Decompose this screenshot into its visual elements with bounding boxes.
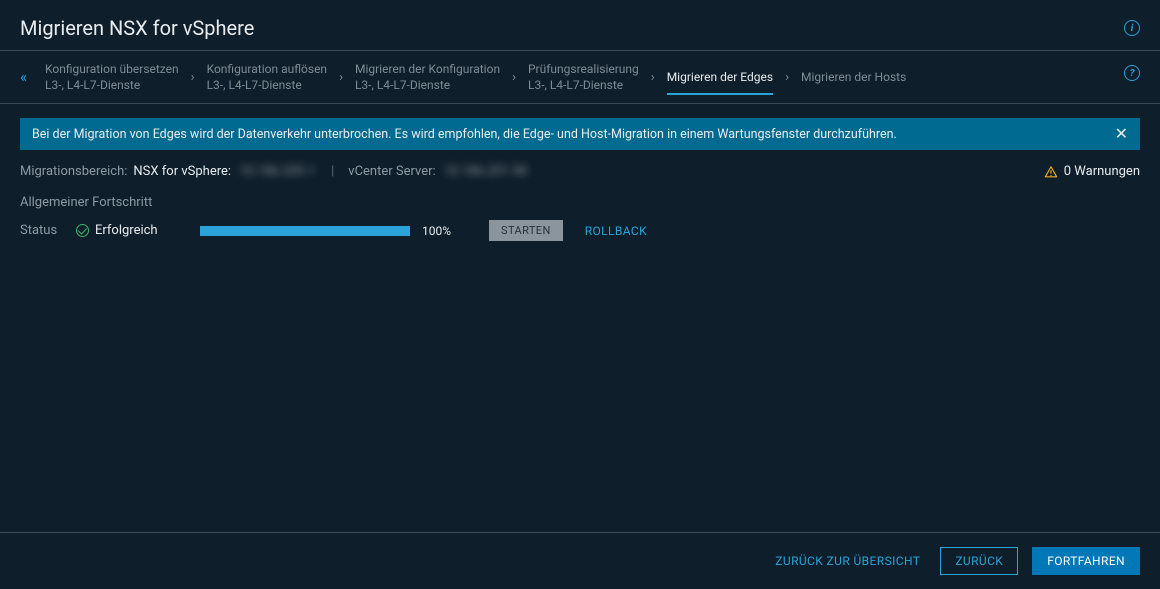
breadcrumb-step-sublabel: L3-, L4-L7-Dienste — [528, 77, 639, 93]
rollback-link[interactable]: ROLLBACK — [585, 224, 647, 238]
breadcrumb-step-migrate-hosts[interactable]: Migrieren der Hosts — [801, 69, 906, 95]
chevron-right-icon: › — [512, 70, 516, 95]
status-row: Status Erfolgreich 100% STARTEN ROLLBACK — [20, 220, 1140, 241]
breadcrumb-step-sublabel: L3-, L4-L7-Dienste — [207, 77, 327, 93]
progress-section-title: Allgemeiner Fortschritt — [20, 195, 1140, 210]
breadcrumb-step-sublabel: L3-, L4-L7-Dienste — [355, 77, 500, 93]
warning-icon — [1044, 165, 1058, 179]
breadcrumb-step-sublabel: L3-, L4-L7-Dienste — [45, 77, 179, 93]
breadcrumb-step-label: Konfiguration übersetzen — [45, 61, 179, 77]
breadcrumb-step-label: Konfiguration auflösen — [207, 61, 327, 77]
progress-bar — [200, 226, 410, 236]
start-button[interactable]: STARTEN — [489, 220, 563, 241]
breadcrumb-step-label: Migrieren der Hosts — [801, 69, 906, 85]
continue-button[interactable]: FORTFAHREN — [1032, 547, 1140, 575]
help-icon[interactable]: ? — [1124, 65, 1140, 81]
progress-percent: 100% — [422, 224, 451, 238]
nsx-label: NSX for vSphere: — [133, 164, 231, 179]
nsx-value: 10.186.205.1 — [237, 164, 317, 179]
chevron-back-icon[interactable]: « — [20, 68, 27, 96]
info-alert: Bei der Migration von Edges wird der Dat… — [20, 118, 1140, 150]
footer: ZURÜCK ZUR ÜBERSICHT ZURÜCK FORTFAHREN — [0, 532, 1160, 589]
separator: | — [331, 164, 334, 179]
breadcrumb-step-label: Prüfungsrealisierung — [528, 61, 639, 77]
breadcrumb-step-resolve-config[interactable]: Konfiguration auflösen L3-, L4-L7-Dienst… — [207, 61, 327, 103]
breadcrumb-step-label: Migrieren der Konfiguration — [355, 61, 500, 77]
vcenter-value: 10.186.201.98 — [442, 164, 529, 179]
chevron-right-icon: › — [191, 70, 195, 95]
warnings-text: 0 Warnungen — [1064, 164, 1140, 179]
breadcrumb-step-migrate-edges[interactable]: Migrieren der Edges — [667, 69, 773, 95]
status-label: Status — [20, 223, 62, 238]
success-icon — [76, 224, 89, 237]
close-icon[interactable]: ✕ — [1115, 126, 1128, 142]
chevron-right-icon: › — [339, 70, 343, 95]
vcenter-label: vCenter Server: — [348, 164, 435, 179]
status-text: Erfolgreich — [95, 223, 158, 238]
chevron-right-icon: › — [785, 70, 789, 95]
breadcrumb-step-migrate-config[interactable]: Migrieren der Konfiguration L3-, L4-L7-D… — [355, 61, 500, 103]
warnings-badge[interactable]: 0 Warnungen — [1044, 164, 1140, 179]
alert-text: Bei der Migration von Edges wird der Dat… — [32, 127, 897, 142]
chevron-right-icon: › — [651, 70, 655, 95]
meta-row: Migrationsbereich: NSX for vSphere: 10.1… — [20, 164, 1140, 179]
back-button[interactable]: ZURÜCK — [940, 547, 1018, 575]
breadcrumb-step-check-realization[interactable]: Prüfungsrealisierung L3-, L4-L7-Dienste — [528, 61, 639, 103]
breadcrumb: « Konfiguration übersetzen L3-, L4-L7-Di… — [0, 51, 1160, 104]
breadcrumb-step-translate-config[interactable]: Konfiguration übersetzen L3-, L4-L7-Dien… — [45, 61, 179, 103]
breadcrumb-step-label: Migrieren der Edges — [667, 69, 773, 85]
scope-label: Migrationsbereich: — [20, 164, 127, 179]
back-to-overview-link[interactable]: ZURÜCK ZUR ÜBERSICHT — [775, 554, 920, 568]
page-title: Migrieren NSX for vSphere — [20, 16, 254, 40]
info-icon[interactable]: i — [1124, 20, 1140, 36]
